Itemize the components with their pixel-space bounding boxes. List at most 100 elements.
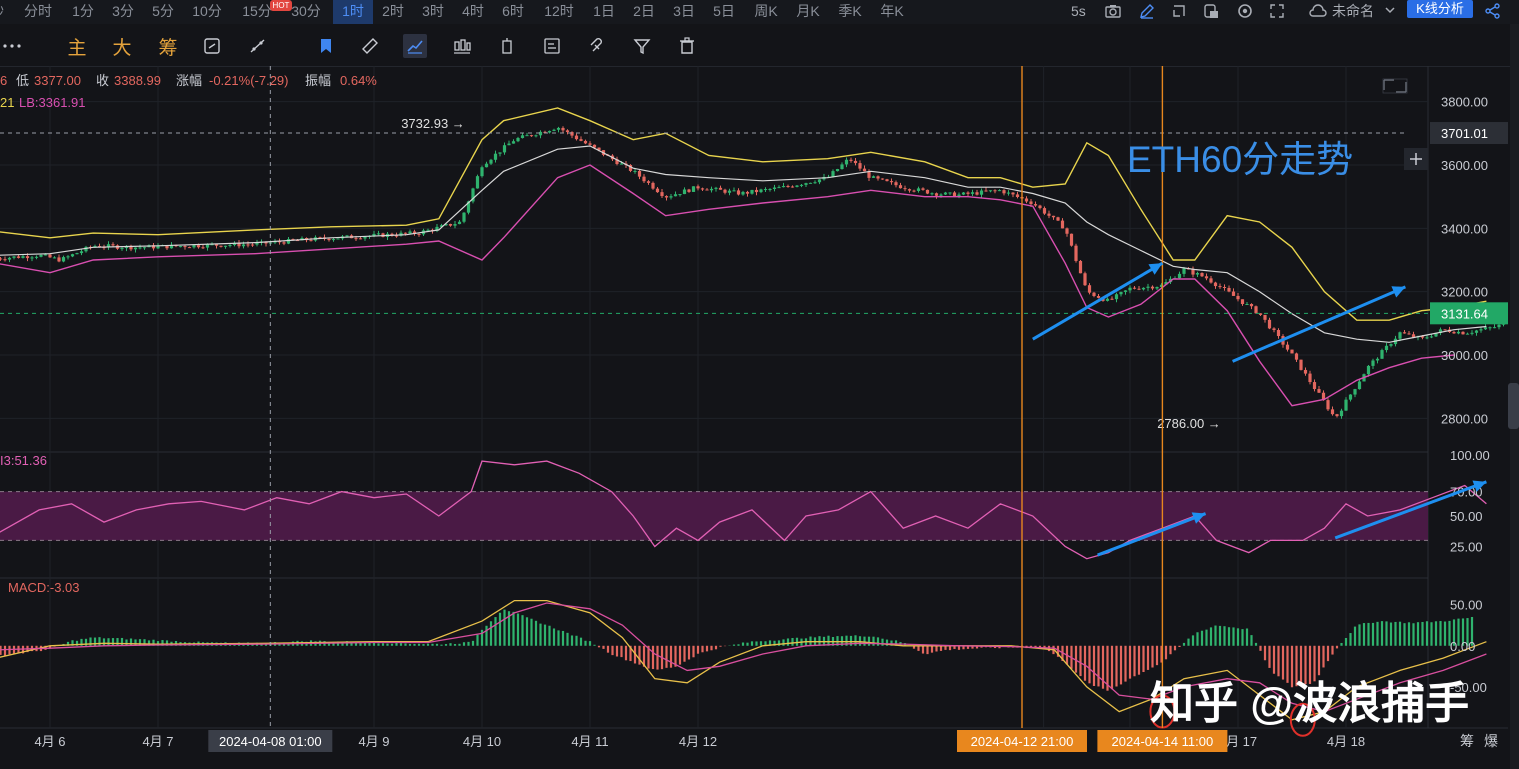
candle-body [538,131,543,136]
candle-body [1425,337,1429,339]
candle-body [1353,389,1357,395]
candle-body [1479,329,1483,331]
candle-body [453,224,457,226]
rsi-panel [0,460,1487,560]
candle-body [934,193,939,196]
candle-body [1069,233,1074,246]
candle-body [547,130,552,133]
boll-lb: LB:3361.91 [19,95,86,110]
candle-body [1497,324,1501,328]
expand-icon[interactable] [1382,78,1408,94]
candle-body [1294,353,1299,360]
candle-body [1384,345,1389,351]
price-tick-label: 3800.00 [1441,95,1488,110]
time-tick-label: 4月 7 [142,734,173,749]
candle-body [502,145,507,153]
candle-body [66,256,70,258]
candle-body [862,168,867,172]
candle-body [1195,273,1200,275]
candle-body [525,135,529,137]
candle-body [228,245,232,247]
candle-body [1371,360,1375,366]
current-price-label: 3131.64 [1441,306,1488,321]
candle-body [939,194,943,196]
candle-body [1398,332,1402,339]
candle-body [1461,331,1465,335]
candle-body [889,181,894,183]
candle-body [1303,369,1308,374]
candle-body [1249,304,1254,307]
candle-body [1375,358,1380,361]
candle-body [1038,205,1042,209]
candle-body [21,256,25,258]
candle-body [966,192,970,194]
candle-body [376,233,381,235]
candle-body [718,187,723,190]
candle-body [493,153,498,160]
price-tick-label: 3600.00 [1441,158,1488,173]
candle-body [1335,414,1339,417]
candle-body [1348,394,1353,400]
candle-body [1006,192,1011,194]
candle-body [853,160,858,164]
candle-body [898,185,903,189]
candle-body [894,182,898,186]
chart-canvas[interactable]: 3800.00 3600.00 3400.00 3200.00 3000.00 2800.… [0,0,1508,769]
candle-body [43,254,48,256]
candle-body [880,178,885,180]
candle-body [1389,344,1393,346]
rsi-tick-label: 25.00 [1450,540,1483,555]
candle-body [1002,190,1006,194]
candle-body [1105,298,1110,301]
candle-body [1483,327,1488,330]
candle-body [916,188,921,191]
candle-body [1042,208,1047,214]
candle-body [921,188,925,190]
candle-body [948,192,952,194]
candle-body [1051,215,1056,218]
candle-body [1141,287,1146,290]
candle-body [723,189,727,193]
candle-body [997,190,1002,192]
candle-body [637,170,642,177]
candle-body [1357,381,1362,390]
candle-body [1492,327,1497,329]
candle-body [1470,332,1474,334]
candle-body [363,236,367,239]
marker-time-label: 2024-04-12 21:00 [971,734,1074,749]
candle-body [520,135,525,139]
candle-body [736,190,741,195]
candle-body [1452,332,1456,334]
candle-body [52,257,57,259]
candle-body [912,190,916,192]
candle-body [336,238,340,240]
candle-body [979,190,984,195]
candle-body [57,257,61,262]
candle-body [1060,220,1065,229]
candle-body [1015,194,1020,197]
candle-body [813,182,817,184]
candle-body [745,191,750,194]
candle-body [1092,292,1096,297]
panel-collapse-handle[interactable] [1508,383,1519,429]
candle-body [12,256,16,258]
candle-body [61,257,66,262]
candle-body [1474,330,1479,333]
candle-body [1110,298,1114,300]
candle-body [489,159,493,164]
candle-body [907,189,912,191]
rsi-tick-label: 100.00 [1450,448,1490,463]
close-value: 3388.99 [114,73,161,88]
candle-body [417,233,421,235]
candle-body [673,194,678,197]
candle-body [48,254,52,258]
candle-body [1402,332,1407,334]
boll-prefix: 21 [0,95,14,110]
candle-body [1330,409,1335,415]
crosshair-add-button[interactable] [1404,148,1428,170]
candle-body [1366,365,1371,375]
candle-body [1146,286,1150,288]
candle-body [507,143,511,146]
candle-body [426,229,430,231]
candle-body [30,257,34,259]
